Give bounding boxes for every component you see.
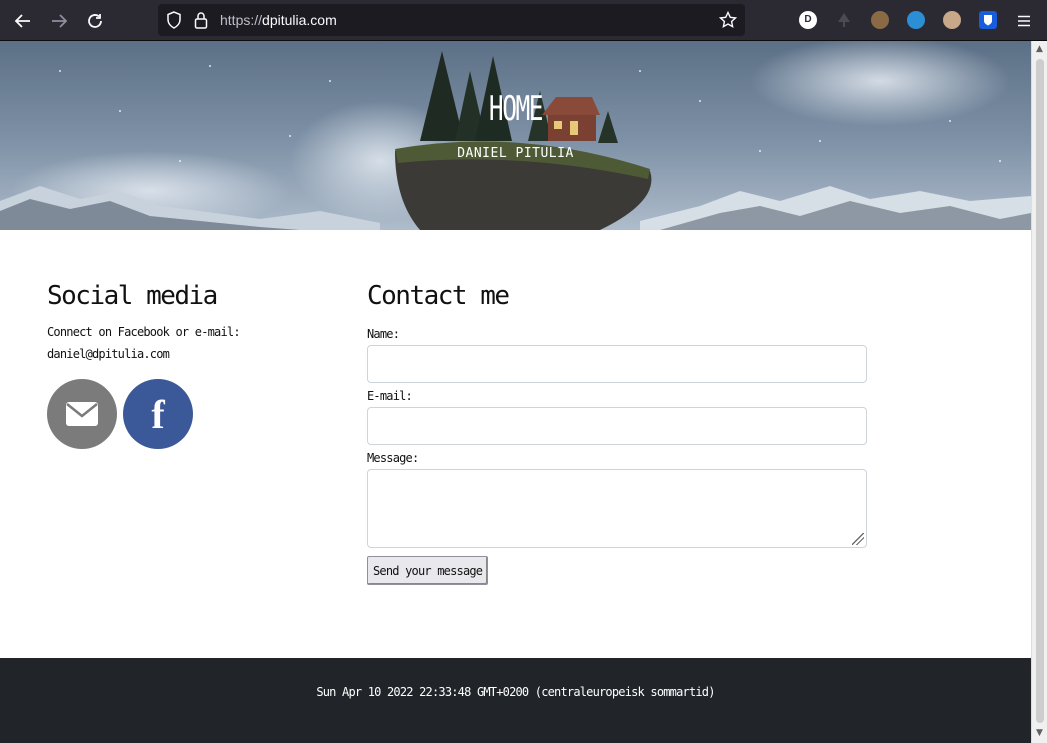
- url-text[interactable]: https://dpitulia.com: [220, 12, 337, 28]
- scroll-thumb[interactable]: [1036, 59, 1044, 723]
- footer: Sun Apr 10 2022 22:33:48 GMT+0200 (centr…: [0, 658, 1031, 743]
- duckduckgo-icon[interactable]: D: [799, 11, 817, 29]
- back-arrow-icon[interactable]: [11, 9, 35, 33]
- social-connect-text: Connect on Facebook or e-mail:: [47, 325, 241, 339]
- blue-bot-icon[interactable]: [907, 11, 925, 29]
- email-field[interactable]: [367, 407, 867, 445]
- contact-section: Contact me Name: E-mail: Message: Send y…: [367, 281, 867, 585]
- cookie-icon[interactable]: [871, 11, 889, 29]
- email-button[interactable]: [47, 379, 117, 449]
- name-label: Name:: [367, 327, 400, 341]
- send-message-button[interactable]: Send your message: [367, 556, 489, 585]
- email-label: E-mail:: [367, 389, 413, 403]
- scroll-up-icon[interactable]: ▲: [1036, 44, 1043, 54]
- social-media-section: Social media Connect on Facebook or e-ma…: [47, 281, 347, 449]
- reload-icon[interactable]: [83, 9, 107, 33]
- contact-heading: Contact me: [367, 281, 510, 311]
- gray-tree-icon[interactable]: [835, 11, 853, 29]
- name-field[interactable]: [367, 345, 867, 383]
- hero-banner: HOME DANIEL PITULIA: [0, 41, 1031, 230]
- hero-background-image: [0, 41, 1031, 230]
- message-label: Message:: [367, 451, 419, 465]
- scrollbar[interactable]: ▲ ▼: [1031, 41, 1047, 743]
- social-media-heading: Social media: [47, 281, 218, 311]
- owl-icon[interactable]: [943, 11, 961, 29]
- social-email-text: daniel@dpitulia.com: [47, 347, 170, 361]
- hero-subtitle: DANIEL PITULIA: [457, 146, 574, 161]
- hero-title: HOME: [488, 89, 544, 129]
- facebook-button[interactable]: f: [123, 379, 193, 449]
- lock-icon[interactable]: [194, 11, 208, 33]
- bitwarden-icon[interactable]: [979, 11, 997, 29]
- envelope-icon: [66, 402, 98, 426]
- facebook-icon: f: [151, 391, 165, 437]
- bookmark-star-icon[interactable]: [718, 10, 738, 33]
- forward-arrow-icon[interactable]: [47, 9, 71, 33]
- message-textarea[interactable]: [367, 469, 867, 548]
- social-buttons: f: [47, 379, 347, 449]
- url-bar[interactable]: https://dpitulia.com: [158, 4, 745, 36]
- scroll-down-icon[interactable]: ▼: [1036, 728, 1043, 738]
- footer-datetime: Sun Apr 10 2022 22:33:48 GMT+0200 (centr…: [316, 685, 715, 699]
- browser-toolbar: https://dpitulia.com D: [0, 0, 1047, 41]
- page-content: HOME DANIEL PITULIA Social media Connect…: [0, 41, 1031, 743]
- shield-icon[interactable]: [166, 11, 182, 33]
- resize-grip-icon[interactable]: [852, 533, 864, 545]
- menu-icon[interactable]: [1012, 9, 1036, 33]
